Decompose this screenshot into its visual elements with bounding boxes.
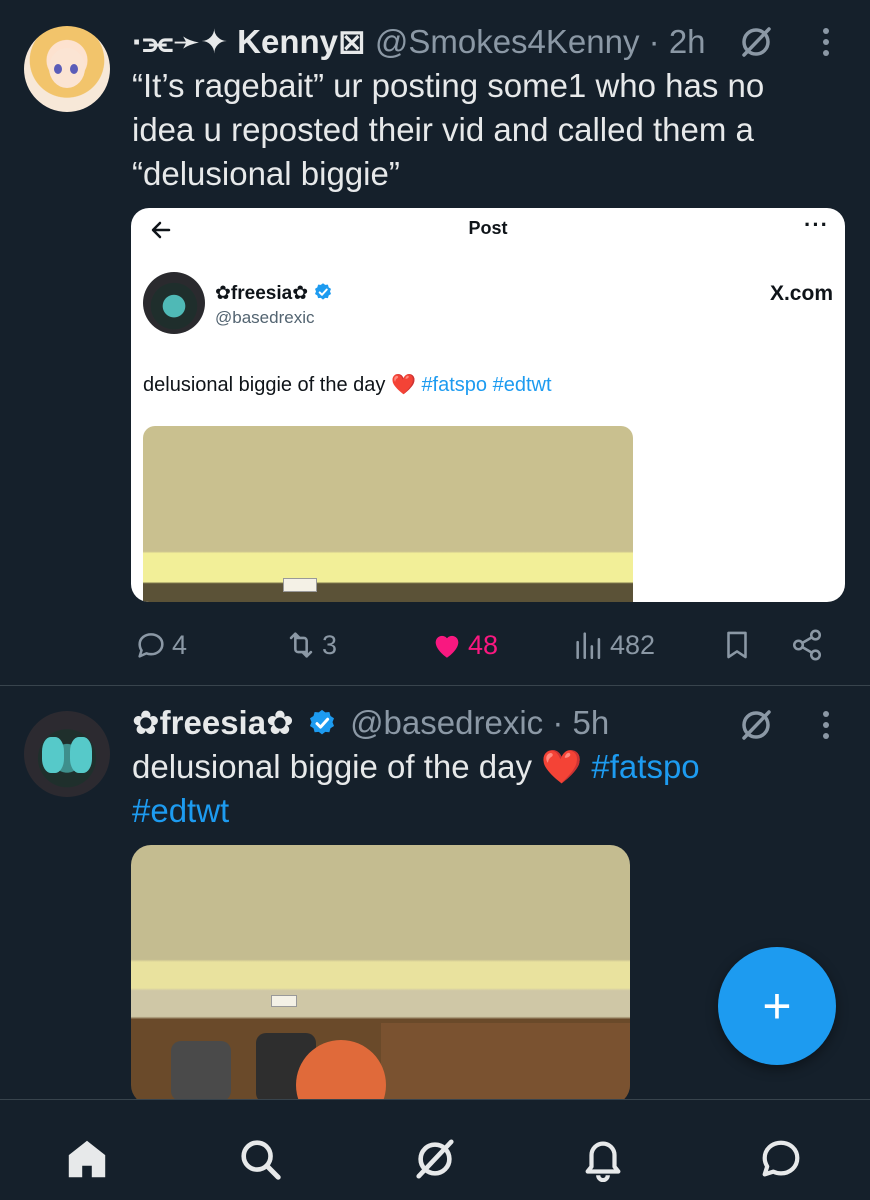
nav-search[interactable] — [235, 1134, 285, 1184]
author-name[interactable]: ·⫘➛✦ Kenny⊠ — [132, 23, 366, 60]
avatar[interactable] — [24, 711, 110, 797]
nav-notifications[interactable] — [578, 1134, 628, 1184]
bottom-navigation — [0, 1099, 870, 1200]
heart-emoji: ❤️ — [541, 748, 583, 785]
tweet-text-body: delusional biggie of the day — [132, 748, 532, 785]
verified-badge-icon — [315, 283, 332, 300]
screenshot-media — [143, 426, 633, 602]
reply-icon — [138, 633, 164, 658]
share-icon — [792, 629, 822, 661]
heart-filled-icon — [435, 635, 459, 658]
avatar-eye — [70, 64, 78, 74]
timestamp[interactable]: 5h — [573, 704, 610, 741]
search-icon — [241, 1140, 281, 1180]
tweet-actions: 4 3 48 482 — [0, 620, 870, 672]
home-icon — [68, 1140, 106, 1178]
tweet[interactable]: ·⫘➛✦ Kenny⊠ @Smokes4Kenny · 2h “It’s rag… — [0, 0, 870, 686]
video-media[interactable] — [131, 845, 630, 1099]
author-handle[interactable]: @basedrexic — [350, 704, 543, 741]
screenshot-text-body: delusional biggie of the day — [143, 374, 386, 396]
screenshot-author-name: ✿freesia✿ — [215, 282, 333, 305]
wall-sign — [283, 578, 317, 592]
avatar[interactable] — [24, 26, 110, 112]
reply-count: 4 — [172, 629, 188, 660]
tweet-text: “It’s ragebait” ur posting some1 who has… — [132, 67, 765, 192]
nav-messages[interactable] — [756, 1134, 806, 1184]
wall-sign — [271, 995, 297, 1007]
author-handle[interactable]: @Smokes4Kenny — [375, 23, 640, 60]
avatar-wing — [42, 737, 64, 773]
plus-icon: + — [762, 978, 792, 1034]
screenshot-name-text: ✿freesia✿ — [215, 283, 309, 304]
screenshot-text: delusional biggie of the day ❤️ #fatspo … — [143, 372, 552, 397]
avatar-eye — [54, 64, 62, 74]
grok-icon — [416, 1139, 454, 1179]
hashtag-link[interactable]: #edtwt — [132, 792, 229, 829]
bookmark-icon — [727, 631, 747, 659]
messages-icon — [762, 1140, 800, 1177]
timestamp[interactable]: 2h — [669, 23, 706, 60]
bookmark-button[interactable] — [720, 628, 754, 662]
more-options-icon[interactable] — [820, 707, 832, 743]
separator: · — [552, 704, 564, 741]
like-button[interactable]: 48 — [430, 628, 498, 662]
tweet-header: ✿freesia✿ @basedrexic · 5h — [132, 703, 609, 743]
views-icon — [576, 632, 601, 660]
verified-badge-icon — [309, 709, 334, 735]
like-count: 48 — [468, 629, 499, 660]
screenshot-author-handle: @basedrexic — [215, 308, 315, 327]
reply-button[interactable]: 4 — [134, 628, 187, 662]
view-count: 482 — [610, 629, 656, 660]
tweet-header: ·⫘➛✦ Kenny⊠ @Smokes4Kenny · 2h — [132, 22, 706, 62]
nav-grok[interactable] — [410, 1134, 460, 1184]
screenshot-title: Post — [468, 218, 508, 238]
notifications-icon — [585, 1141, 621, 1182]
grok-icon[interactable] — [738, 707, 774, 743]
screenshot-more: ··· — [804, 212, 829, 237]
attached-image[interactable]: Post ··· ✿freesia✿ @basedrexic X.com del… — [131, 208, 845, 602]
screenshot-hashtag: #fatspo — [421, 374, 488, 396]
more-options-icon[interactable] — [820, 24, 832, 60]
author-name[interactable]: ✿freesia✿ — [132, 704, 294, 741]
hashtag-link[interactable]: #fatspo — [591, 748, 699, 785]
compose-post-button[interactable]: + — [718, 947, 836, 1065]
cabinet — [381, 1023, 630, 1099]
retweet-count: 3 — [322, 629, 338, 660]
share-button[interactable] — [790, 628, 824, 662]
screenshot-avatar — [143, 272, 205, 334]
screenshot-source: X.com — [769, 282, 833, 305]
heart-emoji: ❤️ — [390, 374, 416, 396]
kitchen-object — [171, 1041, 231, 1099]
tweet-text: delusional biggie of the day ❤️ #fatspo … — [132, 745, 832, 833]
nav-home[interactable] — [62, 1134, 112, 1184]
screenshot-hashtag: #edtwt — [492, 374, 552, 396]
retweet-icon — [289, 632, 313, 658]
retweet-button[interactable]: 3 — [284, 628, 337, 662]
grok-icon[interactable] — [738, 24, 774, 60]
views-button[interactable]: 482 — [572, 628, 655, 662]
separator: · — [648, 23, 660, 60]
avatar-wing — [70, 737, 92, 773]
